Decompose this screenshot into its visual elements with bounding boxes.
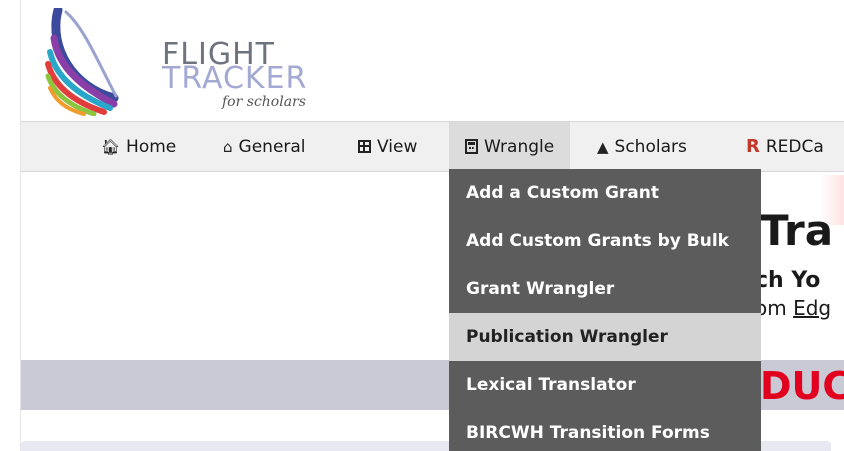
nav-item-label: General — [238, 136, 306, 157]
nav-item-label: Wrangle — [484, 136, 555, 157]
intro-heading: DUC — [760, 364, 844, 408]
wrangle-dropdown-menu: Add a Custom Grant Add Custom Grants by … — [449, 169, 761, 451]
menu-item-publication-wrangler[interactable]: Publication Wrangler — [449, 313, 761, 361]
table-icon — [358, 140, 371, 153]
page-title: Tra — [760, 206, 834, 255]
redcap-icon: R — [746, 136, 760, 157]
nav-item-general[interactable]: ⌂ General — [223, 122, 306, 171]
calculator-icon — [465, 139, 478, 154]
menu-item-bircwh-transition-forms[interactable]: BIRCWH Transition Forms — [449, 409, 761, 451]
menu-item-grant-wrangler[interactable]: Grant Wrangler — [449, 265, 761, 313]
page-subtitle: ch Yo — [755, 268, 821, 293]
logo-line-tracker: TRACKER — [162, 61, 308, 96]
menu-item-add-custom-grants-bulk[interactable]: Add Custom Grants by Bulk — [449, 217, 761, 265]
nav-item-label: REDCa — [765, 136, 824, 157]
feather-logo-icon — [45, 5, 119, 117]
flight-tracker-logo[interactable]: FLIGHT TRACKER for scholars — [44, 5, 306, 117]
home-icon: 🏠︎ — [101, 137, 121, 156]
from-link[interactable]: Edg — [793, 296, 831, 320]
nav-item-label: View — [377, 136, 418, 157]
nav-item-scholars[interactable]: ▲ Scholars — [597, 122, 687, 171]
nav-item-redcap[interactable]: R REDCa — [746, 122, 824, 171]
logo-line-for-scholars: for scholars — [222, 94, 306, 110]
house-outline-icon: ⌂ — [223, 137, 233, 156]
nav-item-view[interactable]: View — [358, 122, 417, 171]
nav-item-wrangle[interactable]: Wrangle — [449, 122, 571, 171]
menu-item-add-custom-grant[interactable]: Add a Custom Grant — [449, 169, 761, 217]
nav-item-label: Scholars — [614, 136, 687, 157]
scholars-icon: ▲ — [597, 137, 609, 156]
nav-item-home[interactable]: 🏠︎ Home — [101, 122, 176, 171]
window-margin — [0, 0, 20, 451]
main-navbar: 🏠︎ Home ⌂ General View Wrangle ▲ Scholar… — [21, 121, 844, 172]
menu-item-lexical-translator[interactable]: Lexical Translator — [449, 361, 761, 409]
page-from-line: om Edg — [755, 296, 831, 320]
nav-item-label: Home — [126, 136, 177, 157]
